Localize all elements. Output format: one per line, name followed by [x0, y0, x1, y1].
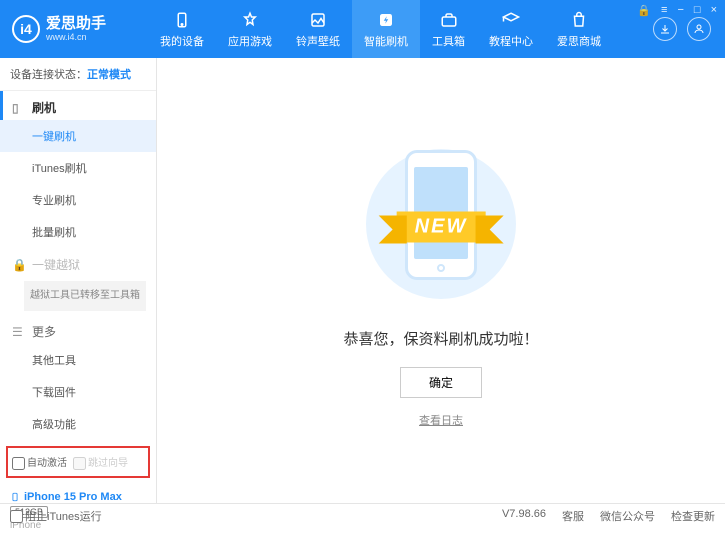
nav-tutorials[interactable]: 教程中心: [477, 0, 545, 58]
sidebar-item-download-firmware[interactable]: 下载固件: [0, 376, 156, 408]
sidebar-item-batch-flash[interactable]: 批量刷机: [0, 216, 156, 248]
success-message: 恭喜您，保资料刷机成功啦！: [343, 328, 538, 349]
flash-icon: [376, 10, 396, 30]
version-label: V7.98.66: [502, 508, 546, 524]
footer-link-service[interactable]: 客服: [562, 508, 584, 524]
checkbox-auto-activate[interactable]: 自动激活: [12, 454, 67, 470]
jailbreak-note: 越狱工具已转移至工具箱: [24, 281, 146, 311]
minimize-icon[interactable]: −: [677, 4, 683, 17]
logo-icon: i4: [12, 15, 40, 43]
nav-apps-games[interactable]: 应用游戏: [216, 0, 284, 58]
menu-icon[interactable]: ≡: [661, 4, 667, 17]
sidebar-item-one-click-flash[interactable]: 一键刷机: [0, 120, 156, 152]
maximize-icon[interactable]: □: [694, 4, 701, 17]
header-right: [653, 17, 725, 41]
user-button[interactable]: [687, 17, 711, 41]
checkbox-block-itunes[interactable]: 阻止iTunes运行: [10, 508, 102, 524]
section-flash[interactable]: ▯ 刷机: [0, 91, 156, 120]
wallpaper-icon: [308, 10, 328, 30]
nav-store[interactable]: 爱思商城: [545, 0, 613, 58]
view-log-link[interactable]: 查看日志: [419, 412, 463, 428]
main-nav: 我的设备 应用游戏 铃声壁纸 智能刷机 工具箱 教程中心 爱思商城: [148, 0, 653, 58]
sidebar-item-pro-flash[interactable]: 专业刷机: [0, 184, 156, 216]
phone-icon: ▯: [12, 101, 26, 115]
app-header: i4 爱思助手 www.i4.cn 我的设备 应用游戏 铃声壁纸 智能刷机 工具…: [0, 0, 725, 58]
checkbox-skip-guide[interactable]: 跳过向导: [73, 454, 128, 470]
device-name[interactable]: iPhone 15 Pro Max: [10, 490, 146, 504]
checkbox-area: 自动激活 跳过向导: [6, 446, 150, 478]
window-controls: 🔒 ≡ − □ ×: [637, 4, 717, 17]
download-button[interactable]: [653, 17, 677, 41]
close-icon[interactable]: ×: [711, 4, 717, 17]
app-url: www.i4.cn: [46, 32, 106, 42]
toolbox-icon: [439, 10, 459, 30]
logo-area: i4 爱思助手 www.i4.cn: [0, 15, 148, 43]
mobile-icon: [10, 490, 20, 504]
main-content: NEW 恭喜您，保资料刷机成功啦！ 确定 查看日志: [157, 58, 725, 503]
sidebar-item-itunes-flash[interactable]: iTunes刷机: [0, 152, 156, 184]
footer-link-wechat[interactable]: 微信公众号: [600, 508, 655, 524]
connection-status: 设备连接状态：正常模式: [0, 58, 156, 91]
store-icon: [569, 10, 589, 30]
sidebar-item-other-tools[interactable]: 其他工具: [0, 344, 156, 376]
lock-icon[interactable]: 🔒: [637, 4, 651, 17]
tutorial-icon: [501, 10, 521, 30]
ok-button[interactable]: 确定: [400, 367, 482, 398]
new-ribbon: NEW: [397, 212, 486, 243]
lock-icon: 🔒: [12, 258, 26, 272]
sidebar-item-advanced[interactable]: 高级功能: [0, 408, 156, 440]
sidebar: 设备连接状态：正常模式 ▯ 刷机 一键刷机 iTunes刷机 专业刷机 批量刷机…: [0, 58, 157, 503]
nav-smart-flash[interactable]: 智能刷机: [352, 0, 420, 58]
section-more[interactable]: ☰ 更多: [0, 315, 156, 344]
section-jailbreak: 🔒 一键越狱: [0, 248, 156, 277]
footer-link-update[interactable]: 检查更新: [671, 508, 715, 524]
more-icon: ☰: [12, 325, 26, 339]
device-icon: [172, 10, 192, 30]
apps-icon: [240, 10, 260, 30]
nav-my-device[interactable]: 我的设备: [148, 0, 216, 58]
nav-toolbox[interactable]: 工具箱: [420, 0, 477, 58]
app-name: 爱思助手: [46, 16, 106, 33]
nav-ringtone-wallpaper[interactable]: 铃声壁纸: [284, 0, 352, 58]
success-illustration: NEW: [361, 134, 521, 314]
